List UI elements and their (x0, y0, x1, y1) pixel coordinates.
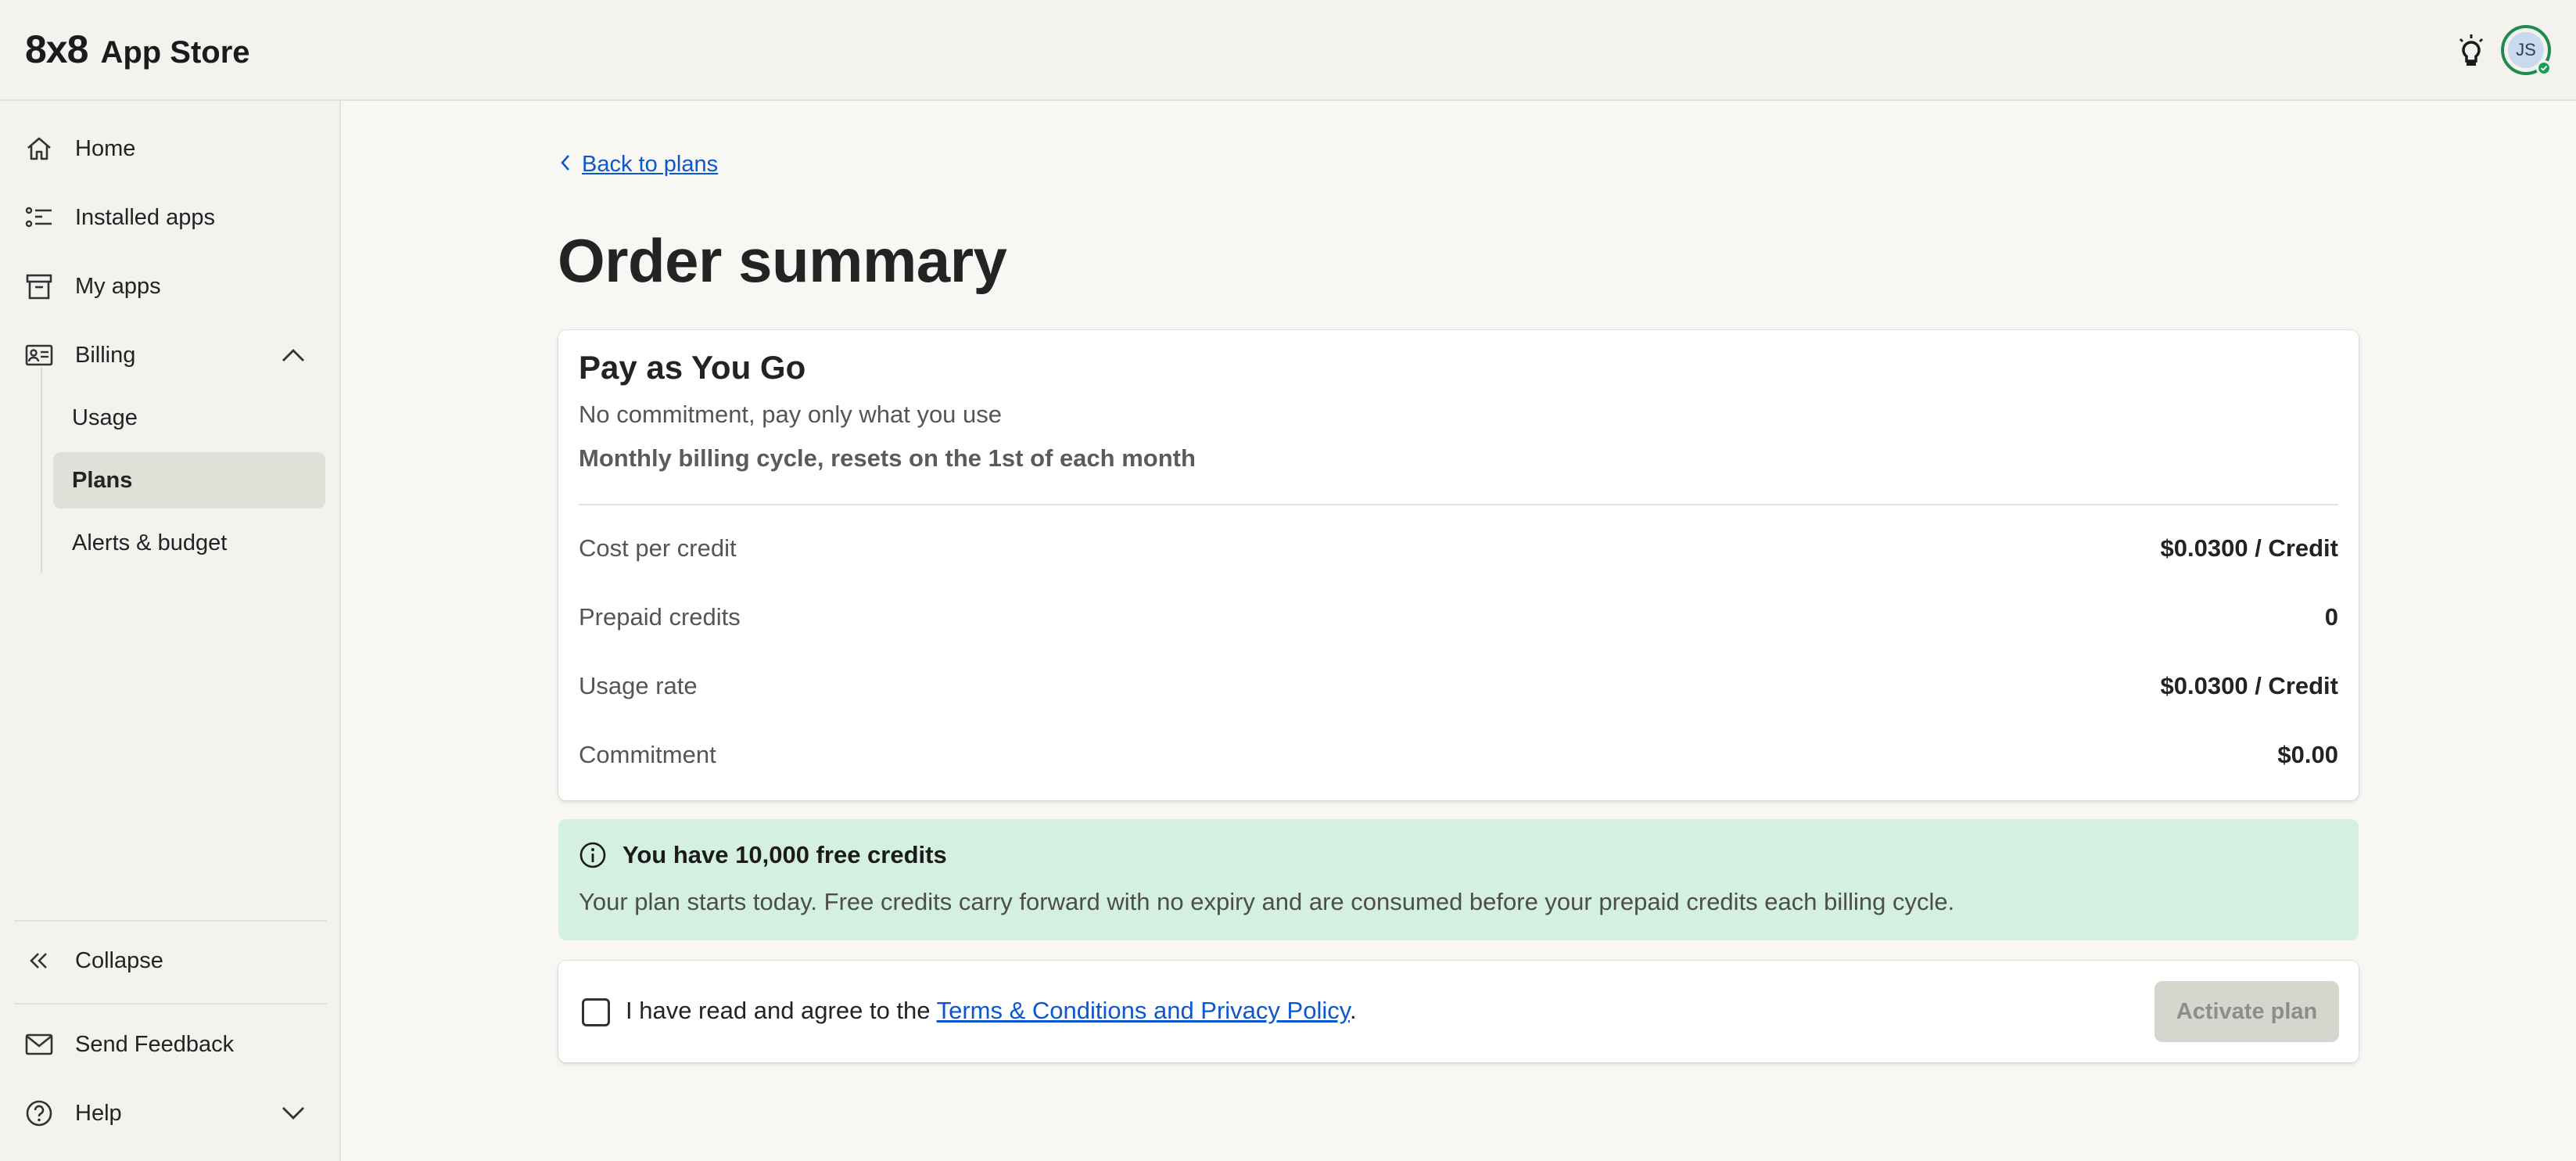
sidebar-item-label: Home (75, 135, 136, 161)
sidebar-item-alerts-budget[interactable]: Alerts & budget (53, 515, 325, 571)
row-label: Usage rate (579, 672, 698, 699)
sidebar-item-label: Billing (75, 342, 136, 368)
sidebar-item-label: Alerts & budget (72, 530, 228, 555)
status-online-icon (2536, 60, 2552, 76)
row-value: $0.0300 / Credit (2160, 534, 2338, 562)
sidebar-item-installed-apps[interactable]: Installed apps (14, 189, 327, 246)
sidebar-item-label: Usage (72, 404, 138, 430)
lightbulb-icon[interactable] (2456, 33, 2487, 69)
sidebar-item-usage[interactable]: Usage (53, 390, 325, 446)
terms-link[interactable]: Terms & Conditions and Privacy Policy (937, 997, 1350, 1024)
chevron-up-icon (282, 343, 305, 368)
sidebar-item-label: Plans (72, 467, 133, 493)
agreement-text: I have read and agree to the Terms & Con… (626, 997, 1357, 1025)
home-icon (23, 133, 55, 164)
free-credits-notice: You have 10,000 free credits Your plan s… (558, 819, 2359, 940)
sidebar-item-home[interactable]: Home (14, 120, 327, 177)
agreement-bar: I have read and agree to the Terms & Con… (558, 961, 2359, 1062)
app-name: App Store (100, 35, 250, 70)
card-divider (579, 504, 2338, 505)
collapse-label: Collapse (75, 947, 163, 973)
double-chevron-left-icon (23, 945, 55, 976)
plan-name: Pay as You Go (579, 349, 806, 386)
row-label: Cost per credit (579, 534, 737, 562)
help-label: Help (75, 1100, 122, 1126)
brand-logo: 8x8 (25, 27, 88, 71)
row-label: Commitment (579, 741, 716, 768)
sidebar-item-billing[interactable]: Billing (14, 327, 327, 383)
back-to-plans-link[interactable]: Back to plans (560, 152, 718, 178)
summary-row-commitment: Commitment $0.00 (579, 731, 2338, 778)
brand[interactable]: 8x8 App Store (25, 27, 250, 72)
send-feedback-button[interactable]: Send Feedback (14, 1016, 327, 1073)
sidebar-item-label: Installed apps (75, 204, 215, 230)
archive-icon (23, 271, 55, 302)
notice-heading: You have 10,000 free credits (579, 841, 947, 869)
activate-plan-button[interactable]: Activate plan (2154, 981, 2339, 1042)
terms-checkbox[interactable] (582, 998, 610, 1026)
notice-title: You have 10,000 free credits (622, 841, 947, 868)
sidebar-item-label: My apps (75, 273, 161, 299)
list-icon (23, 202, 55, 233)
summary-row-usage-rate: Usage rate $0.0300 / Credit (579, 663, 2338, 710)
sidebar-item-plans[interactable]: Plans (53, 452, 325, 509)
row-value: 0 (2324, 603, 2338, 631)
page-title: Order summary (558, 226, 1007, 295)
mail-icon (23, 1029, 55, 1060)
top-bar: 8x8 App Store JS (0, 0, 2576, 101)
submenu-rail (41, 368, 42, 573)
notice-text: Your plan starts today. Free credits car… (579, 888, 1955, 915)
sidebar-item-my-apps[interactable]: My apps (14, 258, 327, 315)
chevron-down-icon (282, 1101, 305, 1127)
sidebar-divider (14, 1003, 327, 1005)
billing-cycle: Monthly billing cycle, resets on the 1st… (579, 444, 1196, 472)
plan-description: No commitment, pay only what you use (579, 401, 1003, 428)
agreement-prefix: I have read and agree to the (626, 997, 937, 1024)
send-feedback-label: Send Feedback (75, 1031, 235, 1057)
summary-row-prepaid-credits: Prepaid credits 0 (579, 594, 2338, 641)
agreement-suffix: . (1349, 997, 1357, 1024)
summary-row-cost-per-credit: Cost per credit $0.0300 / Credit (579, 525, 2338, 572)
help-circle-icon (23, 1098, 55, 1129)
info-icon (579, 841, 607, 869)
user-avatar[interactable]: JS (2501, 25, 2552, 76)
row-value: $0.0300 / Credit (2160, 672, 2338, 699)
chevron-left-icon (560, 152, 571, 178)
id-card-icon (23, 340, 55, 371)
collapse-button[interactable]: Collapse (14, 933, 327, 989)
row-value: $0.00 (2277, 741, 2338, 768)
sidebar: Home Installed apps My apps Billing Usag… (0, 101, 341, 1161)
sidebar-divider (14, 920, 327, 922)
back-to-plans-label[interactable]: Back to plans (582, 152, 718, 178)
plan-summary-card: Pay as You Go No commitment, pay only wh… (558, 330, 2359, 800)
row-label: Prepaid credits (579, 603, 741, 631)
help-menu[interactable]: Help (14, 1085, 327, 1141)
